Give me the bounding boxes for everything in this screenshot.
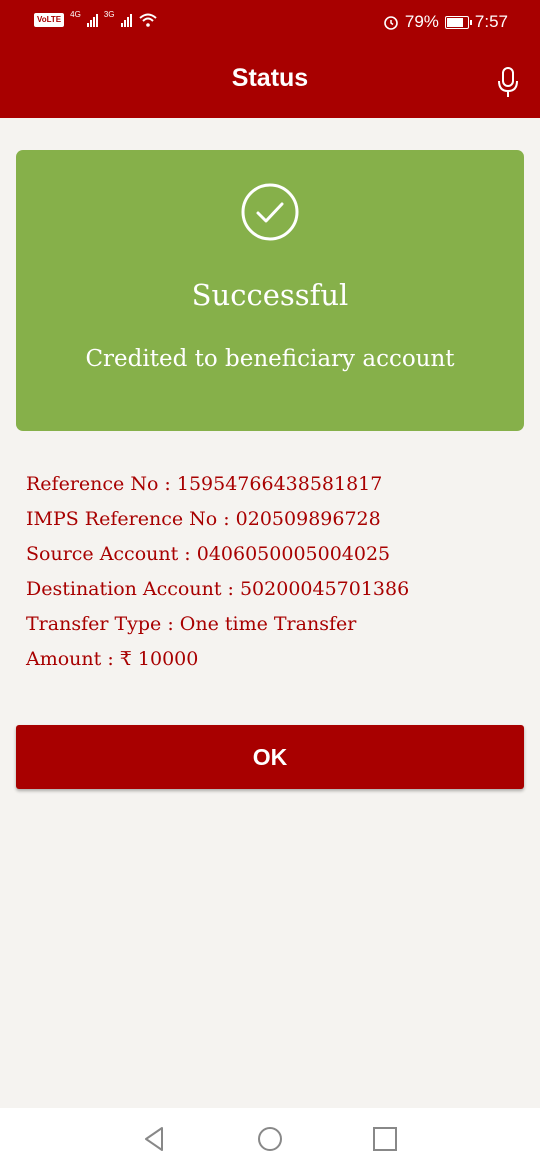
- status-bar-right: 79% 7:57: [383, 12, 508, 32]
- transaction-details: Reference No : 15954766438581817 IMPS Re…: [26, 470, 409, 680]
- status-bar-left: VoLTE 4G 3G: [34, 9, 158, 28]
- destination-account: Destination Account : 50200045701386: [26, 578, 410, 600]
- wifi-icon: [138, 13, 157, 27]
- status-bar: VoLTE 4G 3G 79% 7:57: [0, 0, 540, 46]
- navigation-bar: [0, 1108, 540, 1170]
- battery-icon: [444, 15, 472, 29]
- ok-button[interactable]: OK: [16, 725, 524, 789]
- back-icon[interactable]: [140, 1124, 170, 1154]
- network-type-2: 3G: [103, 9, 115, 19]
- page-title: Status: [231, 64, 309, 92]
- status-heading: Successful: [191, 278, 349, 312]
- source-account: Source Account : 0406050005004025: [26, 543, 391, 565]
- home-icon[interactable]: [255, 1124, 285, 1154]
- alarm-icon: [384, 16, 398, 30]
- signal-icon-1: [86, 13, 98, 27]
- status-card: Successful Credited to beneficiary accou…: [16, 150, 524, 431]
- microphone-icon[interactable]: [496, 66, 520, 98]
- reference-no: Reference No : 15954766438581817: [26, 473, 383, 495]
- signal-icon-2: [120, 13, 132, 27]
- amount: Amount : ₹ 10000: [26, 648, 199, 670]
- clock: 7:57: [474, 12, 508, 31]
- app-bar: Status: [0, 46, 540, 118]
- volte-icon: VoLTE: [34, 13, 65, 27]
- transfer-type: Transfer Type : One time Transfer: [26, 613, 357, 635]
- imps-reference-no: IMPS Reference No : 020509896728: [26, 508, 381, 530]
- check-circle-icon: [241, 183, 299, 241]
- status-message: Credited to beneficiary account: [85, 346, 455, 372]
- recents-icon[interactable]: [370, 1124, 400, 1154]
- battery-percent: 79%: [404, 12, 439, 31]
- network-type-1: 4G: [70, 9, 81, 19]
